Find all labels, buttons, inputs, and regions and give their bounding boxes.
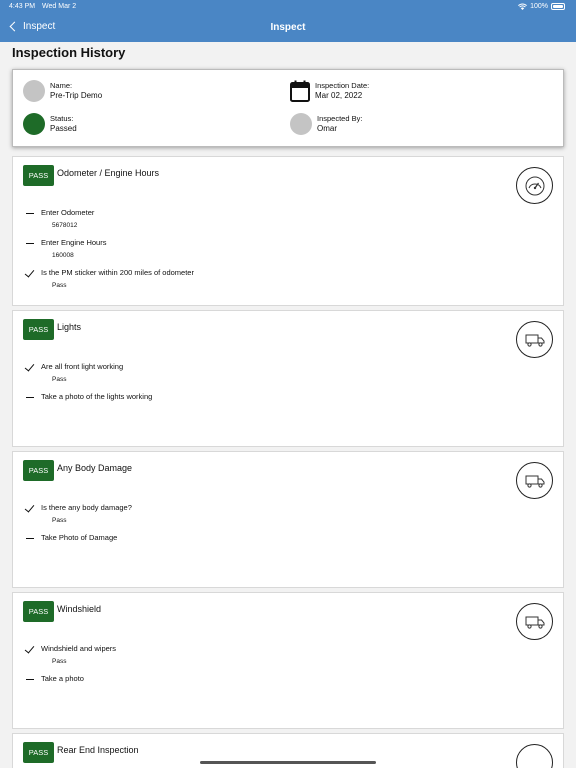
section-title: Lights [57,322,82,332]
status-indicator [23,113,45,135]
item-label: Take a photo of the lights working [41,391,153,401]
pass-badge: PASS [23,742,54,763]
item-value: Pass [52,376,67,383]
pass-badge: PASS [23,460,54,481]
item-label: Is there any body damage? [41,502,132,512]
avatar [23,80,45,102]
inspection-date-field: Inspection Date: Mar 02, 2022 [290,80,369,102]
checklist-item: Take a photo of the lights working [25,391,152,401]
checklist-item: Take Photo of Damage [25,532,117,542]
item-value: Pass [52,282,67,289]
checklist-item: Are all front light working Pass [25,361,124,384]
name-label: Name: [50,81,73,90]
checkmark-icon [25,361,35,371]
checklist-item: Is the PM sticker within 200 miles of od… [25,267,194,290]
section-odometer: PASS Odometer / Engine Hours Enter Odome… [12,156,564,306]
inspection-summary-card: Name: Pre-Trip Demo Inspection Date: Mar… [12,69,564,147]
truck-icon[interactable] [516,603,553,640]
dash-icon [25,237,35,247]
status-bar-left: 4:43 PM Wed Mar 2 [9,3,76,10]
checklist-item: Take a photo [25,673,84,683]
checklist-item: Enter Odometer 5678012 [25,207,94,229]
page-title: Inspection History [12,45,126,60]
section-windshield: PASS Windshield Windshield and wipers Pa… [12,592,564,729]
truck-icon[interactable] [516,744,553,768]
checkmark-icon [25,643,35,653]
dash-icon [25,673,35,683]
section-lights: PASS Lights Are all front light working … [12,310,564,447]
status-field: Status: Passed [23,113,77,135]
navigation-bar: 4:43 PM Wed Mar 2 100% Inspect Inspect [0,0,576,42]
calendar-icon [290,80,310,102]
nav-title: Inspect [270,22,306,33]
item-value: 5678012 [52,222,78,229]
item-label: Take a photo [41,673,84,683]
item-label: Enter Engine Hours [41,237,107,247]
status-date: Wed Mar 2 [42,3,77,10]
inspection-date-value: Mar 02, 2022 [315,91,363,100]
status-label: Status: [50,114,74,123]
item-label: Is the PM sticker within 200 miles of od… [41,267,194,277]
checkmark-icon [25,267,35,277]
truck-icon[interactable] [516,321,553,358]
pass-badge: PASS [23,165,54,186]
wifi-icon [518,3,528,10]
pass-badge: PASS [23,319,54,340]
battery-percent: 100% [530,3,548,10]
pass-badge: PASS [23,601,54,622]
checklist-item: Is there any body damage? Pass [25,502,132,525]
checklist-item: Windshield and wipers Pass [25,643,117,666]
inspected-by-label: Inspected By: [317,114,363,123]
item-value: Pass [52,517,67,524]
section-title: Odometer / Engine Hours [57,168,160,178]
item-value: Pass [52,658,67,665]
inspector-avatar [290,113,312,135]
inspection-date-label: Inspection Date: [315,81,370,90]
item-label: Windshield and wipers [41,643,117,653]
dash-icon [25,391,35,401]
battery-icon [551,3,565,10]
status-bar-right: 100% [518,3,565,10]
dash-icon [25,207,35,217]
item-label: Are all front light working [41,361,124,371]
item-label: Take Photo of Damage [41,532,118,542]
name-field: Name: Pre-Trip Demo [23,80,102,102]
checklist-item: Enter Engine Hours 160008 [25,237,106,259]
section-title: Rear End Inspection [57,745,139,755]
name-value: Pre-Trip Demo [50,91,103,100]
speedometer-icon[interactable] [516,167,553,204]
truck-icon[interactable] [516,462,553,499]
section-title: Any Body Damage [57,463,133,473]
status-value: Passed [50,124,77,133]
dash-icon [25,532,35,542]
inspected-by-field: Inspected By: Omar [290,113,362,135]
item-label: Enter Odometer [41,207,95,217]
item-value: 160008 [52,252,74,259]
status-time: 4:43 PM [9,3,36,10]
section-body-damage: PASS Any Body Damage Is there any body d… [12,451,564,588]
inspected-by-value: Omar [317,124,337,133]
checkmark-icon [25,502,35,512]
section-title: Windshield [57,604,102,614]
home-indicator[interactable] [200,761,376,764]
